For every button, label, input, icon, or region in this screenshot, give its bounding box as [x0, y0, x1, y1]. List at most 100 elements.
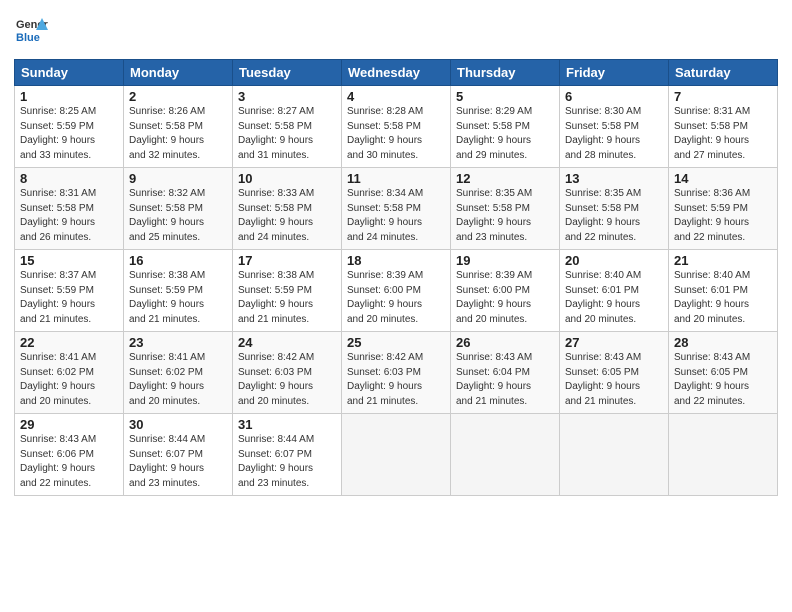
week-row-5: 29 Sunrise: 8:43 AMSunset: 6:06 PMDaylig… [15, 414, 778, 496]
calendar-cell: 19 Sunrise: 8:39 AMSunset: 6:00 PMDaylig… [451, 250, 560, 332]
day-number: 16 [129, 253, 227, 268]
day-info: Sunrise: 8:27 AMSunset: 5:58 PMDaylight:… [238, 105, 336, 163]
day-info: Sunrise: 8:40 AMSunset: 6:01 PMDaylight:… [674, 269, 772, 327]
week-row-3: 15 Sunrise: 8:37 AMSunset: 5:59 PMDaylig… [15, 250, 778, 332]
day-info: Sunrise: 8:34 AMSunset: 5:58 PMDaylight:… [347, 187, 445, 245]
day-number: 29 [20, 417, 118, 432]
day-info: Sunrise: 8:31 AMSunset: 5:58 PMDaylight:… [20, 187, 118, 245]
day-number: 23 [129, 335, 227, 350]
logo-svg: General Blue [14, 14, 48, 48]
calendar-cell: 1 Sunrise: 8:25 AMSunset: 5:59 PMDayligh… [15, 86, 124, 168]
day-info: Sunrise: 8:32 AMSunset: 5:58 PMDaylight:… [129, 187, 227, 245]
day-info: Sunrise: 8:38 AMSunset: 5:59 PMDaylight:… [238, 269, 336, 327]
day-number: 10 [238, 171, 336, 186]
day-number: 14 [674, 171, 772, 186]
calendar-cell: 13 Sunrise: 8:35 AMSunset: 5:58 PMDaylig… [560, 168, 669, 250]
day-number: 7 [674, 89, 772, 104]
logo: General Blue [14, 14, 52, 53]
week-row-2: 8 Sunrise: 8:31 AMSunset: 5:58 PMDayligh… [15, 168, 778, 250]
page: General Blue SundayMondayTuesdayWednesda… [0, 0, 792, 612]
weekday-header-saturday: Saturday [669, 60, 778, 86]
day-info: Sunrise: 8:31 AMSunset: 5:58 PMDaylight:… [674, 105, 772, 163]
calendar-cell: 20 Sunrise: 8:40 AMSunset: 6:01 PMDaylig… [560, 250, 669, 332]
calendar-cell: 18 Sunrise: 8:39 AMSunset: 6:00 PMDaylig… [342, 250, 451, 332]
day-number: 30 [129, 417, 227, 432]
calendar-cell: 5 Sunrise: 8:29 AMSunset: 5:58 PMDayligh… [451, 86, 560, 168]
day-number: 11 [347, 171, 445, 186]
header: General Blue [14, 10, 778, 53]
svg-text:Blue: Blue [16, 32, 40, 44]
week-row-1: 1 Sunrise: 8:25 AMSunset: 5:59 PMDayligh… [15, 86, 778, 168]
calendar-cell [560, 414, 669, 496]
calendar-cell: 2 Sunrise: 8:26 AMSunset: 5:58 PMDayligh… [124, 86, 233, 168]
day-number: 8 [20, 171, 118, 186]
calendar-cell: 12 Sunrise: 8:35 AMSunset: 5:58 PMDaylig… [451, 168, 560, 250]
calendar-cell: 30 Sunrise: 8:44 AMSunset: 6:07 PMDaylig… [124, 414, 233, 496]
day-info: Sunrise: 8:25 AMSunset: 5:59 PMDaylight:… [20, 105, 118, 163]
day-info: Sunrise: 8:33 AMSunset: 5:58 PMDaylight:… [238, 187, 336, 245]
day-info: Sunrise: 8:41 AMSunset: 6:02 PMDaylight:… [129, 351, 227, 409]
day-number: 2 [129, 89, 227, 104]
weekday-header-monday: Monday [124, 60, 233, 86]
logo-text: General Blue [14, 14, 52, 53]
calendar-cell: 10 Sunrise: 8:33 AMSunset: 5:58 PMDaylig… [233, 168, 342, 250]
day-info: Sunrise: 8:43 AMSunset: 6:04 PMDaylight:… [456, 351, 554, 409]
day-number: 5 [456, 89, 554, 104]
day-number: 3 [238, 89, 336, 104]
calendar-cell: 15 Sunrise: 8:37 AMSunset: 5:59 PMDaylig… [15, 250, 124, 332]
day-number: 22 [20, 335, 118, 350]
calendar-cell: 11 Sunrise: 8:34 AMSunset: 5:58 PMDaylig… [342, 168, 451, 250]
day-number: 18 [347, 253, 445, 268]
day-info: Sunrise: 8:41 AMSunset: 6:02 PMDaylight:… [20, 351, 118, 409]
calendar-cell: 21 Sunrise: 8:40 AMSunset: 6:01 PMDaylig… [669, 250, 778, 332]
day-number: 21 [674, 253, 772, 268]
calendar-cell: 16 Sunrise: 8:38 AMSunset: 5:59 PMDaylig… [124, 250, 233, 332]
day-info: Sunrise: 8:44 AMSunset: 6:07 PMDaylight:… [238, 433, 336, 491]
calendar-cell: 9 Sunrise: 8:32 AMSunset: 5:58 PMDayligh… [124, 168, 233, 250]
weekday-header-tuesday: Tuesday [233, 60, 342, 86]
weekday-header-thursday: Thursday [451, 60, 560, 86]
calendar-cell [342, 414, 451, 496]
weekday-header-wednesday: Wednesday [342, 60, 451, 86]
day-number: 24 [238, 335, 336, 350]
day-number: 31 [238, 417, 336, 432]
day-info: Sunrise: 8:35 AMSunset: 5:58 PMDaylight:… [456, 187, 554, 245]
day-number: 25 [347, 335, 445, 350]
weekday-header-row: SundayMondayTuesdayWednesdayThursdayFrid… [15, 60, 778, 86]
day-number: 26 [456, 335, 554, 350]
day-info: Sunrise: 8:28 AMSunset: 5:58 PMDaylight:… [347, 105, 445, 163]
day-info: Sunrise: 8:43 AMSunset: 6:05 PMDaylight:… [674, 351, 772, 409]
day-info: Sunrise: 8:40 AMSunset: 6:01 PMDaylight:… [565, 269, 663, 327]
day-info: Sunrise: 8:39 AMSunset: 6:00 PMDaylight:… [347, 269, 445, 327]
day-info: Sunrise: 8:37 AMSunset: 5:59 PMDaylight:… [20, 269, 118, 327]
calendar-cell: 8 Sunrise: 8:31 AMSunset: 5:58 PMDayligh… [15, 168, 124, 250]
day-info: Sunrise: 8:44 AMSunset: 6:07 PMDaylight:… [129, 433, 227, 491]
day-info: Sunrise: 8:42 AMSunset: 6:03 PMDaylight:… [238, 351, 336, 409]
day-info: Sunrise: 8:38 AMSunset: 5:59 PMDaylight:… [129, 269, 227, 327]
calendar: SundayMondayTuesdayWednesdayThursdayFrid… [14, 59, 778, 496]
day-number: 15 [20, 253, 118, 268]
day-number: 28 [674, 335, 772, 350]
calendar-cell [669, 414, 778, 496]
day-number: 6 [565, 89, 663, 104]
calendar-cell: 27 Sunrise: 8:43 AMSunset: 6:05 PMDaylig… [560, 332, 669, 414]
day-number: 4 [347, 89, 445, 104]
calendar-cell: 29 Sunrise: 8:43 AMSunset: 6:06 PMDaylig… [15, 414, 124, 496]
calendar-cell: 31 Sunrise: 8:44 AMSunset: 6:07 PMDaylig… [233, 414, 342, 496]
day-number: 9 [129, 171, 227, 186]
calendar-cell: 4 Sunrise: 8:28 AMSunset: 5:58 PMDayligh… [342, 86, 451, 168]
weekday-header-sunday: Sunday [15, 60, 124, 86]
calendar-cell: 3 Sunrise: 8:27 AMSunset: 5:58 PMDayligh… [233, 86, 342, 168]
calendar-cell: 26 Sunrise: 8:43 AMSunset: 6:04 PMDaylig… [451, 332, 560, 414]
calendar-cell: 28 Sunrise: 8:43 AMSunset: 6:05 PMDaylig… [669, 332, 778, 414]
day-number: 13 [565, 171, 663, 186]
calendar-cell: 17 Sunrise: 8:38 AMSunset: 5:59 PMDaylig… [233, 250, 342, 332]
day-number: 19 [456, 253, 554, 268]
day-info: Sunrise: 8:26 AMSunset: 5:58 PMDaylight:… [129, 105, 227, 163]
calendar-cell: 25 Sunrise: 8:42 AMSunset: 6:03 PMDaylig… [342, 332, 451, 414]
calendar-cell: 6 Sunrise: 8:30 AMSunset: 5:58 PMDayligh… [560, 86, 669, 168]
day-info: Sunrise: 8:36 AMSunset: 5:59 PMDaylight:… [674, 187, 772, 245]
calendar-cell: 23 Sunrise: 8:41 AMSunset: 6:02 PMDaylig… [124, 332, 233, 414]
day-number: 12 [456, 171, 554, 186]
day-info: Sunrise: 8:30 AMSunset: 5:58 PMDaylight:… [565, 105, 663, 163]
